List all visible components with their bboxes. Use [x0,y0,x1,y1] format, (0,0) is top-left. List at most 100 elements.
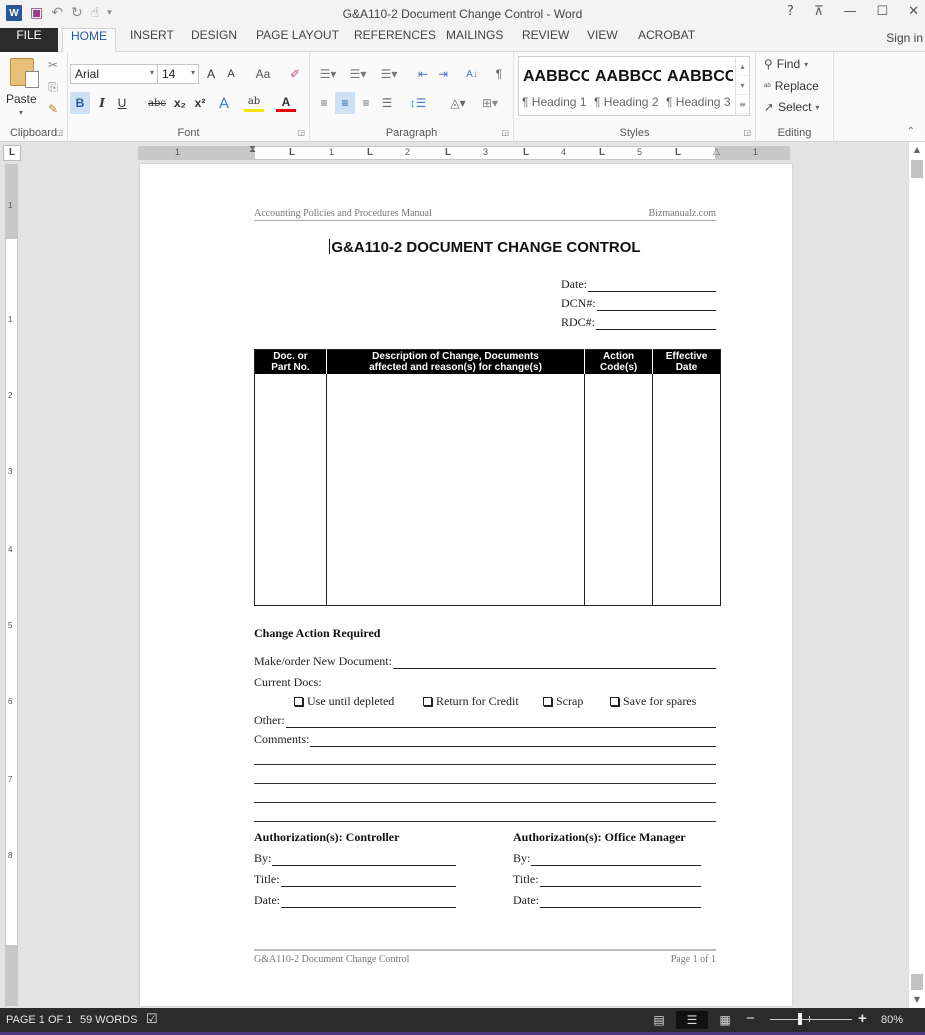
office-manager-by-field[interactable]: By: [513,851,701,866]
font-family-select[interactable]: Arial ▾ [70,64,158,84]
comments-line[interactable] [254,802,716,803]
zoom-slider-thumb[interactable] [798,1013,803,1025]
tab-page-layout[interactable]: PAGE LAYOUT [248,28,347,52]
checkbox-return-for-credit[interactable]: Return for Credit [423,694,519,709]
text-effects-button[interactable]: A [214,92,234,114]
tab-file[interactable]: FILE [0,28,58,52]
tab-stop-marker[interactable]: L [367,147,373,158]
read-mode-icon[interactable]: ▤ [648,1011,670,1029]
gallery-down-icon[interactable]: ▾ [736,76,749,95]
tab-acrobat[interactable]: ACROBAT [630,28,703,52]
format-painter-icon[interactable]: ✎ [44,100,62,118]
table-cell[interactable] [255,374,327,606]
tab-view[interactable]: VIEW [579,28,626,52]
show-formatting-marks-button[interactable]: ¶ [490,64,508,84]
zoom-slider-track[interactable] [770,1019,852,1020]
bold-button[interactable]: B [70,92,90,114]
strikethrough-button[interactable]: abc [144,92,170,114]
help-button[interactable]: ? [787,4,794,19]
tab-stop-marker[interactable]: L [599,147,605,158]
tab-stop-marker[interactable]: L [523,147,529,158]
indent-marker[interactable]: ⧗ [249,144,256,155]
proofing-icon[interactable]: ☑ [146,1011,158,1027]
numbering-button[interactable]: ☰▾ [344,64,372,84]
style-heading-3[interactable]: AABBCC ¶ Heading 3 [663,57,735,115]
controller-title-field[interactable]: Title: [254,872,456,887]
tab-design[interactable]: DESIGN [183,28,245,52]
tab-home[interactable]: HOME [62,28,116,53]
comments-line[interactable] [254,783,716,784]
sign-in-link[interactable]: Sign in [886,31,923,45]
subscript-button[interactable]: x₂ [170,92,190,114]
font-color-button[interactable]: A [276,94,296,112]
checkbox-use-until-depleted[interactable]: Use until depleted [294,694,394,709]
checkbox-save-for-spares[interactable]: Save for spares [610,694,696,709]
style-heading-2[interactable]: AABBCC ¶ Heading 2 [591,57,663,115]
find-button[interactable]: ⚲ Find ▾ [764,57,808,71]
tab-references[interactable]: REFERENCES [346,28,444,52]
zoom-level[interactable]: 80% [881,1014,903,1026]
minimize-button[interactable]: — [843,4,856,19]
sort-button[interactable]: A↓ [462,64,482,84]
paragraph-dialog-launcher-icon[interactable]: ◲ [501,128,509,137]
tab-selector[interactable]: L [3,145,21,161]
close-button[interactable]: ✕ [908,4,919,19]
scroll-down-icon[interactable]: ▼ [909,992,925,1008]
word-count[interactable]: 59 WORDS [80,1014,137,1026]
shading-button[interactable]: ◬▾ [444,92,472,114]
maximize-button[interactable]: ☐ [876,4,888,19]
borders-button[interactable]: ⊞▾ [476,92,504,114]
select-button[interactable]: ➚ Select ▾ [764,100,819,114]
gallery-more-icon[interactable]: ≡ [736,95,749,114]
tab-review[interactable]: REVIEW [514,28,577,52]
other-field[interactable]: Other: [254,713,716,728]
page-footer[interactable]: G&A110-2 Document Change Control Page 1 … [254,949,716,965]
multilevel-list-button[interactable]: ☰▾ [374,64,404,84]
zoom-out-button[interactable]: − [746,1010,755,1027]
justify-button[interactable]: ☰ [377,92,397,114]
document-title[interactable]: G&A110-2 DOCUMENT CHANGE CONTROL [254,239,716,256]
tab-stop-marker[interactable]: L [445,147,451,158]
clear-formatting-icon[interactable]: ✐ [286,64,304,84]
font-dialog-launcher-icon[interactable]: ◲ [297,128,305,137]
table-cell[interactable] [584,374,653,606]
table-cell[interactable] [325,374,585,606]
controller-date-field[interactable]: Date: [254,893,456,908]
replace-button[interactable]: ᵃᵇ Replace [764,79,819,93]
cut-icon[interactable]: ✂ [44,56,62,74]
styles-dialog-launcher-icon[interactable]: ◲ [743,128,751,137]
paste-button[interactable]: Paste ▾ [0,52,40,120]
scroll-up-icon[interactable]: ▲ [909,142,925,158]
comments-line[interactable] [254,821,716,822]
increase-indent-button[interactable]: ⇥ [434,64,452,84]
controller-by-field[interactable]: By: [254,851,456,866]
page-count[interactable]: PAGE 1 OF 1 [6,1014,72,1026]
align-left-button[interactable]: ≡ [314,92,334,114]
collapse-ribbon-icon[interactable]: ⌃ [907,126,915,137]
underline-button[interactable]: U [112,92,132,114]
make-order-field[interactable]: Make/order New Document: [254,654,716,669]
date-field[interactable]: Date: [561,277,716,292]
web-layout-icon[interactable]: ▦ [714,1011,736,1029]
align-center-button[interactable]: ≡ [335,92,355,114]
print-layout-icon[interactable]: ☰ [676,1011,708,1029]
dcn-field[interactable]: DCN#: [561,296,716,311]
shrink-font-button[interactable]: A [222,64,240,84]
vertical-scrollbar[interactable]: ▲ ▼ [908,142,925,1008]
vertical-ruler[interactable]: 1 1 2 3 4 5 6 7 8 [5,164,18,1006]
ribbon-display-options-button[interactable]: ⊼ [814,4,824,19]
comments-line[interactable] [254,764,716,765]
bullets-button[interactable]: ☰▾ [314,64,342,84]
decrease-indent-button[interactable]: ⇤ [414,64,432,84]
tab-stop-marker[interactable]: L [289,147,295,158]
tab-stop-marker[interactable]: L [675,147,681,158]
style-heading-1[interactable]: AABBCC ¶ Heading 1 [519,57,591,115]
document-page[interactable]: Accounting Policies and Procedures Manua… [140,164,792,1006]
highlight-color-button[interactable]: ab [244,94,264,112]
tab-insert[interactable]: INSERT [122,28,182,52]
table-cell[interactable] [652,374,721,606]
scroll-thumb[interactable] [911,160,923,178]
align-right-button[interactable]: ≡ [356,92,376,114]
line-spacing-button[interactable]: ↕☰ [404,92,432,114]
zoom-in-button[interactable]: + [858,1010,867,1027]
